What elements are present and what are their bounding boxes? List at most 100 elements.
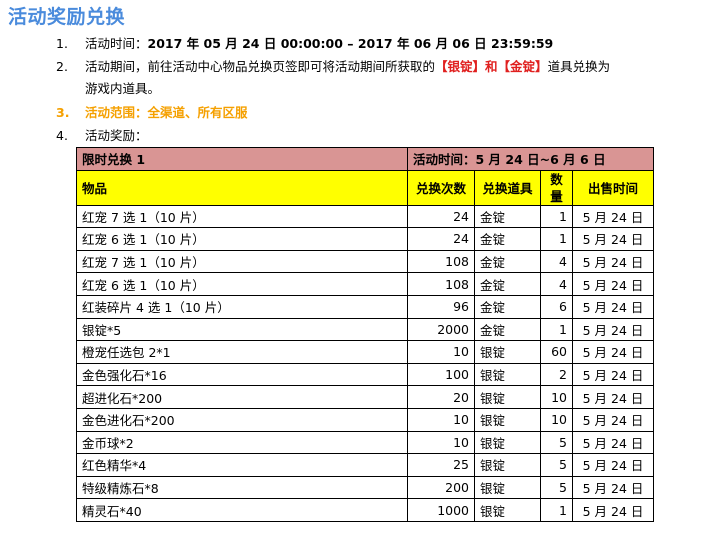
column-header-row: 物品 兑换次数 兑换道具 数量 出售时间 [76, 169, 655, 206]
cell-times: 24 [407, 227, 475, 251]
list-item-rules: 2. 活动期间，前往活动中心物品兑换页签即可将活动期间所获取的【银锭】和【金锭】道… [56, 57, 610, 77]
cell-sale: 5 月 24 日 [571, 430, 655, 455]
cell-times: 10 [407, 340, 475, 364]
cell-sale: 5 月 24 日 [571, 498, 655, 522]
cell-sale: 5 月 24 日 [571, 272, 655, 296]
cell-currency: 银锭 [474, 362, 541, 387]
cell-item: 红宠 7 选 1（10 片） [76, 204, 408, 229]
cell-currency: 银锭 [474, 407, 541, 432]
section-header-row: 限时兑换 1 活动时间：5 月 24 日~6 月 6 日 [76, 147, 655, 171]
cell-times: 108 [407, 272, 475, 296]
cell-sale: 5 月 24 日 [571, 453, 655, 477]
cell-item: 金色强化石*16 [76, 362, 408, 387]
rules-line-2: 游戏内道具。 [85, 81, 161, 96]
col-header-currency: 兑换道具 [474, 169, 541, 206]
cell-qty: 60 [540, 340, 573, 364]
cell-currency: 金锭 [474, 294, 541, 319]
list-item-scope: 3. 活动范围：全渠道、所有区服 [56, 103, 248, 123]
cell-currency: 银锭 [474, 340, 541, 364]
gold-ingot-label: 【金锭】 [497, 59, 548, 74]
cell-item: 红宠 6 选 1（10 片） [76, 272, 408, 296]
cell-times: 10 [407, 430, 475, 455]
section-time: 活动时间：5 月 24 日~6 月 6 日 [406, 147, 655, 171]
list-number: 1. [56, 36, 68, 51]
cell-qty: 2 [540, 362, 573, 387]
cell-times: 200 [407, 475, 475, 500]
table-row: 红装碎片 4 选 1（10 片） 96 金锭 6 5 月 24 日 [76, 294, 655, 319]
cell-sale: 5 月 24 日 [571, 204, 655, 229]
cell-sale: 5 月 24 日 [571, 317, 655, 342]
cell-currency: 银锭 [474, 430, 541, 455]
rules-text-b: 道具兑换为 [547, 59, 611, 74]
page-title: 活动奖励兑换 [8, 6, 126, 28]
cell-sale: 5 月 24 日 [571, 340, 655, 364]
table-row: 红宠 6 选 1（10 片） 108 金锭 4 5 月 24 日 [76, 272, 655, 296]
table-row: 红宠 7 选 1（10 片） 24 金锭 1 5 月 24 日 [76, 204, 655, 229]
cell-times: 108 [407, 249, 475, 274]
cell-currency: 金锭 [474, 227, 541, 251]
cell-currency: 银锭 [474, 385, 541, 409]
cell-qty: 10 [540, 385, 573, 409]
col-header-qty-b: 量 [550, 188, 563, 204]
time-value: 2017 年 05 月 24 日 00:00:00 – 2017 年 06 月 … [147, 36, 554, 51]
time-label: 活动时间： [85, 36, 148, 51]
cell-times: 25 [407, 453, 475, 477]
list-number: 4. [56, 128, 68, 143]
cell-times: 24 [407, 204, 475, 229]
cell-sale: 5 月 24 日 [571, 475, 655, 500]
col-header-qty: 数量 [540, 169, 573, 206]
cell-qty: 6 [540, 294, 573, 319]
cell-qty: 5 [540, 453, 573, 477]
list-item-time: 1. 活动时间：2017 年 05 月 24 日 00:00:00 – 2017 … [56, 34, 553, 54]
silver-ingot-label: 【银锭】 [435, 59, 486, 74]
cell-currency: 银锭 [474, 453, 541, 477]
cell-item: 红宠 6 选 1（10 片） [76, 227, 408, 251]
cell-item: 红宠 7 选 1（10 片） [76, 249, 408, 274]
rewards-text: 活动奖励： [85, 128, 148, 143]
table-row: 橙宠任选包 2*1 10 银锭 60 5 月 24 日 [76, 340, 655, 364]
cell-sale: 5 月 24 日 [571, 407, 655, 432]
cell-qty: 1 [540, 317, 573, 342]
rewards-table: 限时兑换 1 活动时间：5 月 24 日~6 月 6 日 物品 兑换次数 兑换道… [76, 147, 655, 522]
cell-currency: 金锭 [474, 272, 541, 296]
col-header-item: 物品 [76, 169, 408, 206]
cell-qty: 1 [540, 498, 573, 522]
cell-item: 银锭*5 [76, 317, 408, 342]
cell-qty: 1 [540, 227, 573, 251]
cell-sale: 5 月 24 日 [571, 249, 655, 274]
cell-qty: 4 [540, 249, 573, 274]
cell-times: 10 [407, 407, 475, 432]
cell-sale: 5 月 24 日 [571, 385, 655, 409]
cell-qty: 5 [540, 430, 573, 455]
table-row: 金色强化石*16 100 银锭 2 5 月 24 日 [76, 362, 655, 387]
cell-times: 96 [407, 294, 475, 319]
cell-sale: 5 月 24 日 [571, 362, 655, 387]
cell-times: 20 [407, 385, 475, 409]
cell-times: 2000 [407, 317, 475, 342]
cell-currency: 银锭 [474, 475, 541, 500]
table-row: 红色精华*4 25 银锭 5 5 月 24 日 [76, 453, 655, 477]
cell-times: 1000 [407, 498, 475, 522]
cell-item: 精灵石*40 [76, 498, 408, 522]
cell-sale: 5 月 24 日 [571, 227, 655, 251]
cell-currency: 金锭 [474, 204, 541, 229]
col-header-times: 兑换次数 [407, 169, 475, 206]
cell-currency: 金锭 [474, 317, 541, 342]
cell-item: 特级精炼石*8 [76, 475, 408, 500]
cell-item: 橙宠任选包 2*1 [76, 340, 408, 364]
cell-times: 100 [407, 362, 475, 387]
table-row: 金色进化石*200 10 银锭 10 5 月 24 日 [76, 407, 655, 432]
table-row: 红宠 6 选 1（10 片） 24 金锭 1 5 月 24 日 [76, 227, 655, 251]
table-row: 特级精炼石*8 200 银锭 5 5 月 24 日 [76, 475, 655, 500]
col-header-qty-a: 数 [550, 171, 563, 187]
list-number: 3. [56, 105, 70, 120]
table-row: 精灵石*40 1000 银锭 1 5 月 24 日 [76, 498, 655, 522]
section-title: 限时兑换 1 [76, 147, 408, 171]
rules-and: 和 [485, 59, 498, 74]
cell-qty: 1 [540, 204, 573, 229]
table-row: 红宠 7 选 1（10 片） 108 金锭 4 5 月 24 日 [76, 249, 655, 274]
cell-item: 红装碎片 4 选 1（10 片） [76, 294, 408, 319]
cell-sale: 5 月 24 日 [571, 294, 655, 319]
table-row: 金币球*2 10 银锭 5 5 月 24 日 [76, 430, 655, 455]
cell-item: 金色进化石*200 [76, 407, 408, 432]
